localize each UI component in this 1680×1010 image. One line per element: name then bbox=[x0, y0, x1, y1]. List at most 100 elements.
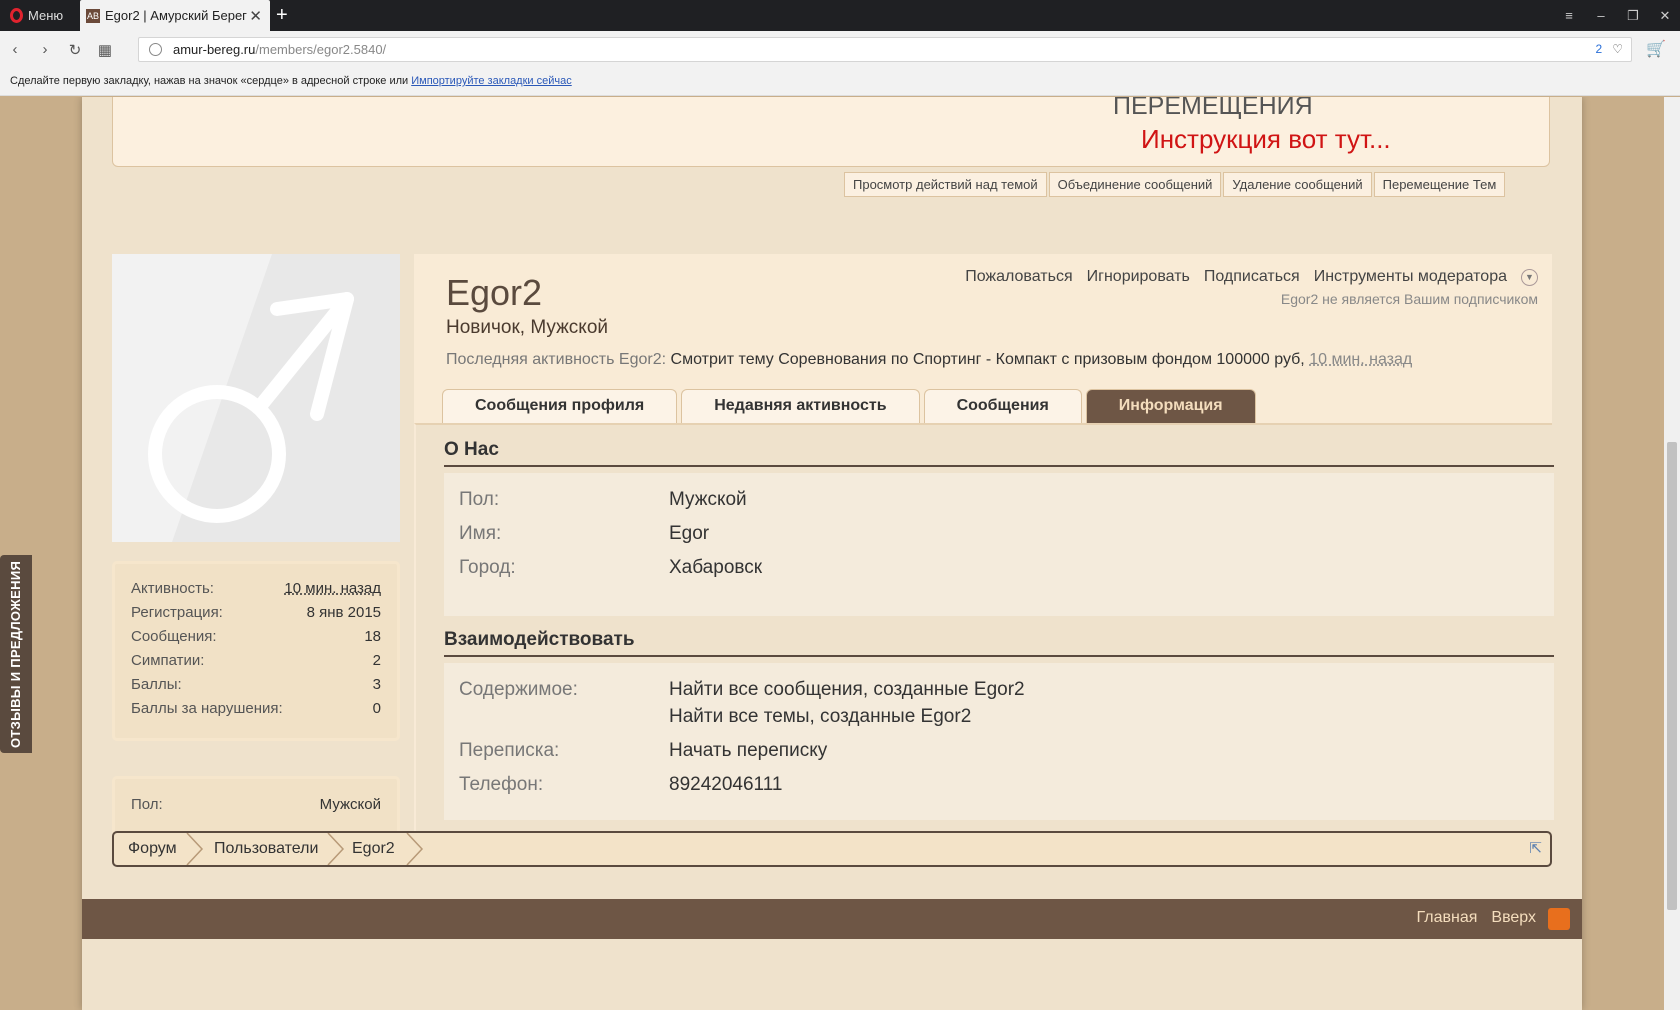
start-conversation-link[interactable]: Начать переписку bbox=[669, 740, 827, 762]
about-label: Город: bbox=[459, 557, 516, 578]
about-label: Имя: bbox=[459, 523, 502, 544]
close-tab-icon[interactable]: ✕ bbox=[249, 7, 262, 25]
about-heading: О Нас bbox=[444, 439, 1554, 467]
stat-label: Баллы: bbox=[131, 676, 182, 693]
stats-box: Активность: 10 мин. назад Регистрация: 8 я… bbox=[112, 561, 400, 741]
forward-icon[interactable]: › bbox=[30, 41, 60, 58]
mod-tab-move-threads[interactable]: Перемещение Тем bbox=[1373, 172, 1506, 197]
follow-status: Egor2 не является Вашим подписчиком bbox=[1280, 291, 1538, 307]
breadcrumb-user[interactable]: Egor2 bbox=[352, 833, 395, 865]
moderator-tabs: Просмотр действий над темой Объединение … bbox=[842, 172, 1506, 197]
stat-row: Симпатии: 2 bbox=[131, 652, 381, 676]
browser-tab-active[interactable]: AB Egor2 | Амурский Берег ✕ bbox=[80, 0, 270, 31]
address-bar[interactable]: amur-bereg.ru/members/egor2.5840/ 2 ♡ bbox=[138, 37, 1632, 62]
breadcrumb-arrow-icon bbox=[406, 833, 424, 865]
phone-label: Телефон: bbox=[459, 774, 544, 795]
gender-value: Мужской bbox=[319, 796, 381, 813]
stat-value: 2 bbox=[372, 652, 381, 669]
tab-menu-icon[interactable]: ≡ bbox=[1560, 8, 1578, 23]
stat-value: 8 янв 2015 bbox=[306, 604, 381, 621]
back-icon[interactable]: ‹ bbox=[0, 41, 30, 58]
window-controls: ≡ – ❐ ✕ bbox=[1560, 0, 1674, 31]
stat-row: Активность: 10 мин. назад bbox=[131, 580, 381, 604]
stat-value: 3 bbox=[372, 676, 381, 693]
report-link[interactable]: Пожаловаться bbox=[965, 268, 1072, 286]
profile-actions: Пожаловаться Игнорировать Подписаться Ин… bbox=[965, 268, 1538, 286]
reload-icon[interactable]: ↻ bbox=[60, 41, 90, 59]
content-label: Содержимое: bbox=[459, 679, 578, 700]
ignore-link[interactable]: Игнорировать bbox=[1087, 268, 1190, 286]
avatar[interactable] bbox=[112, 254, 400, 542]
stat-label: Сообщения: bbox=[131, 628, 217, 645]
close-window-icon[interactable]: ✕ bbox=[1656, 8, 1674, 24]
phone-value: 89242046111 bbox=[669, 774, 783, 795]
scrollbar-thumb[interactable] bbox=[1667, 442, 1677, 910]
tab-title: Egor2 | Амурский Берег bbox=[105, 8, 247, 23]
mod-tab-merge-posts[interactable]: Объединение сообщений bbox=[1048, 172, 1222, 197]
jump-to-icon[interactable]: ⇱ bbox=[1529, 839, 1542, 857]
last-activity-text[interactable]: Смотрит тему Соревнования по Спортинг - … bbox=[671, 351, 1305, 368]
about-section: Пол: Мужской Имя: Egor Город: Хабаровск bbox=[444, 473, 1554, 616]
bookmark-heart-icon[interactable]: ♡ bbox=[1612, 38, 1623, 61]
rss-icon[interactable] bbox=[1548, 908, 1570, 930]
globe-icon bbox=[149, 43, 162, 56]
tab-information[interactable]: Информация bbox=[1085, 389, 1256, 423]
tab-profile-posts[interactable]: Сообщения профиля bbox=[442, 389, 678, 423]
about-value: Мужской bbox=[669, 489, 747, 510]
new-tab-button[interactable]: + bbox=[276, 0, 296, 31]
stat-value: 0 bbox=[372, 700, 381, 717]
url-path: /members/egor2.5840/ bbox=[255, 42, 387, 57]
about-label: Пол: bbox=[459, 489, 500, 510]
feedback-side-tab[interactable]: ОТЗЫВЫ И ПРЕДЛОЖЕНИЯ bbox=[0, 555, 32, 753]
opera-logo-icon bbox=[10, 8, 23, 23]
page-scrollbar[interactable] bbox=[1664, 97, 1680, 1010]
gender-row: Пол: Мужской bbox=[131, 796, 381, 820]
import-bookmarks-link[interactable]: Импортируйте закладки сейчас bbox=[411, 75, 572, 87]
stat-label: Активность: bbox=[131, 580, 214, 597]
breadcrumb-forum[interactable]: Форум bbox=[128, 833, 177, 865]
breadcrumb: Форум Пользователи Egor2 ⇱ bbox=[112, 831, 1552, 867]
breadcrumb-members[interactable]: Пользователи bbox=[214, 833, 318, 865]
content-wrapper: ПЕРЕМЕЩЕНИЯ Инструкция вот тут... Просмо… bbox=[82, 97, 1582, 1010]
stat-label: Симпатии: bbox=[131, 652, 205, 669]
stat-value: 10 мин. назад bbox=[284, 580, 381, 597]
stat-row: Регистрация: 8 янв 2015 bbox=[131, 604, 381, 628]
minimize-icon[interactable]: – bbox=[1592, 8, 1610, 23]
mod-tab-delete-posts[interactable]: Удаление сообщений bbox=[1223, 172, 1372, 197]
conversation-label: Переписка: bbox=[459, 740, 560, 761]
tab-postings[interactable]: Сообщения bbox=[923, 389, 1082, 423]
stat-row: Баллы: 3 bbox=[131, 676, 381, 700]
notice-title: ПЕРЕМЕЩЕНИЯ bbox=[1113, 97, 1313, 120]
bookmarks-bar: Сделайте первую закладку, нажав на значо… bbox=[0, 68, 1680, 96]
male-avatar-icon bbox=[112, 254, 354, 542]
profile-header: Egor2 Новичок, Мужской Пожаловаться Игно… bbox=[414, 254, 1552, 435]
breadcrumb-arrow-icon bbox=[186, 833, 204, 865]
footer-home-link[interactable]: Главная bbox=[1416, 909, 1477, 927]
bookmarks-hint: Сделайте первую закладку, нажав на значо… bbox=[10, 75, 409, 87]
find-all-posts-link[interactable]: Найти все сообщения, созданные Egor2 bbox=[669, 679, 1025, 701]
footer-top-link[interactable]: Вверх bbox=[1491, 909, 1536, 927]
cart-icon[interactable]: 🛒 bbox=[1646, 39, 1666, 59]
about-value: Egor bbox=[669, 523, 710, 544]
moderator-tools-link[interactable]: Инструменты модератора bbox=[1314, 268, 1507, 286]
opera-menu-button[interactable]: Меню bbox=[0, 0, 78, 31]
page-viewport: ПЕРЕМЕЩЕНИЯ Инструкция вот тут... Просмо… bbox=[0, 97, 1664, 1010]
footer: Главная Вверх bbox=[82, 899, 1582, 939]
gender-box: Пол: Мужской bbox=[112, 776, 400, 836]
url-host: amur-bereg.ru bbox=[173, 42, 256, 57]
mod-tab-thread-actions[interactable]: Просмотр действий над темой bbox=[844, 172, 1047, 197]
find-all-threads-link[interactable]: Найти все темы, созданные Egor2 bbox=[669, 706, 971, 728]
restore-icon[interactable]: ❐ bbox=[1624, 8, 1642, 24]
chevron-down-icon[interactable]: ▼ bbox=[1521, 268, 1538, 286]
profile-info-body: О Нас Пол: Мужской Имя: Egor Город: Хаба… bbox=[414, 423, 1554, 866]
stat-label: Баллы за нарушения: bbox=[131, 700, 283, 717]
speed-dial-icon[interactable]: ▦ bbox=[90, 41, 120, 59]
interact-section: Содержимое: Найти все сообщения, созданн… bbox=[444, 663, 1554, 820]
last-activity: Последняя активность Egor2: Смотрит тему… bbox=[446, 351, 1412, 369]
menu-label: Меню bbox=[28, 8, 64, 23]
blocked-count-badge[interactable]: 2 bbox=[1596, 38, 1603, 61]
profile-user-title: Новичок, Мужской bbox=[446, 317, 609, 338]
notice-link[interactable]: Инструкция вот тут... bbox=[1141, 124, 1391, 155]
tab-recent-activity[interactable]: Недавняя активность bbox=[681, 389, 920, 423]
follow-link[interactable]: Подписаться bbox=[1204, 268, 1300, 286]
